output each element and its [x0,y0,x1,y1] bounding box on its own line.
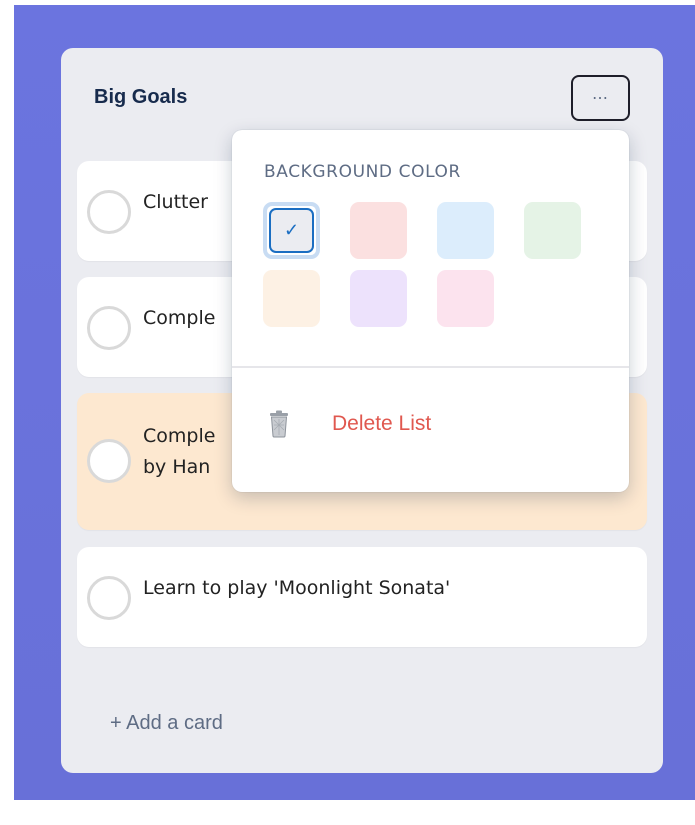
color-swatch-purple[interactable] [350,270,407,327]
list-menu-button[interactable]: ⋯ [571,75,630,121]
check-icon: ✓ [269,208,314,253]
color-swatch-orange[interactable] [263,270,320,327]
color-swatch-grid: ✓ [263,202,593,327]
complete-checkbox[interactable] [87,306,131,350]
list-menu-popover: BACKGROUND COLOR ✓ Delete List [232,130,629,492]
color-swatch-pink[interactable] [437,270,494,327]
delete-list-button[interactable]: Delete List [268,410,431,438]
card[interactable]: Learn to play 'Moonlight Sonata' [77,547,647,647]
ellipsis-icon: ⋯ [592,90,609,107]
delete-list-label: Delete List [332,412,432,435]
add-card-button[interactable]: + Add a card [110,712,223,735]
complete-checkbox[interactable] [87,576,131,620]
complete-checkbox[interactable] [87,439,131,483]
color-swatch-default[interactable]: ✓ [263,202,320,259]
background-color-heading: BACKGROUND COLOR [264,162,461,182]
menu-divider [232,366,629,368]
color-swatch-green[interactable] [524,202,581,259]
list-title[interactable]: Big Goals [94,86,187,109]
complete-checkbox[interactable] [87,190,131,234]
color-swatch-blue[interactable] [437,202,494,259]
trash-icon [270,410,288,438]
color-swatch-red[interactable] [350,202,407,259]
card-text: Learn to play 'Moonlight Sonata' [143,577,451,599]
